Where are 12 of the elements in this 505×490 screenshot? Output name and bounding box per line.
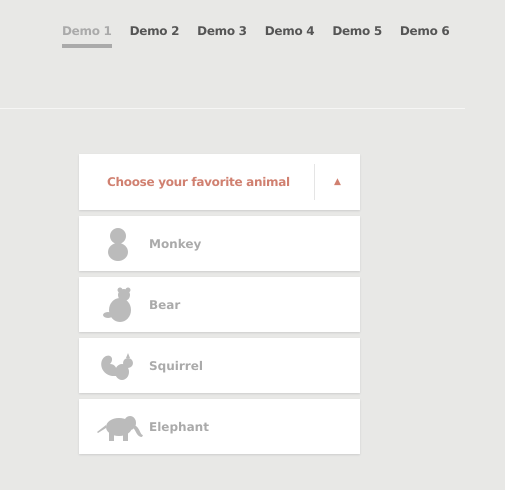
demo-tab[interactable]: Demo 4 [264, 24, 314, 48]
dropdown-option[interactable]: Monkey [79, 216, 360, 271]
dropdown-option[interactable]: Squirrel [79, 338, 360, 393]
dropdown-placeholder: Choose your favorite animal [106, 175, 291, 189]
demo-tab[interactable]: Demo 3 [197, 24, 247, 48]
demo-tab[interactable]: Demo 2 [130, 24, 180, 48]
dropdown-header[interactable]: Choose your favorite animal ▲ [79, 154, 360, 210]
dropdown-option[interactable]: Bear [79, 277, 360, 332]
demo-tab[interactable]: Demo 6 [400, 24, 450, 48]
demo-tab[interactable]: Demo 1 [62, 24, 112, 48]
dropdown-option[interactable]: Elephant [79, 399, 360, 454]
demo-tab[interactable]: Demo 5 [332, 24, 382, 48]
